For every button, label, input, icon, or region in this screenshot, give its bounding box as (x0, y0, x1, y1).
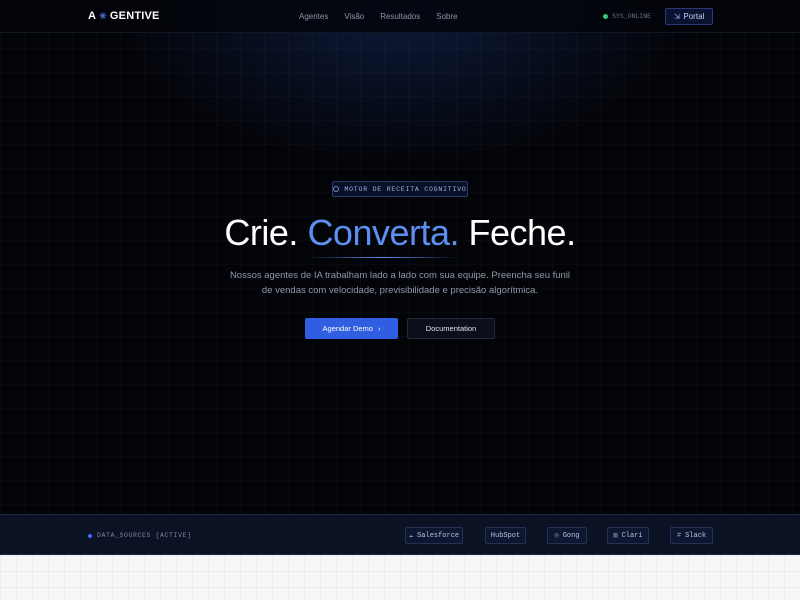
source-name: Gong (562, 531, 580, 540)
headline-accent: Converta. (307, 212, 460, 258)
subtitle-line-2: de vendas com velocidade, previsibilidad… (261, 285, 539, 296)
data-sources-label: DATA_SOURCES [ACTIVE] (88, 532, 192, 539)
portal-button[interactable]: ⇲ Portal (665, 8, 713, 25)
gong-icon: ◎ (554, 532, 559, 540)
source-gong[interactable]: ◎ Gong (547, 527, 587, 544)
system-status: SYS_ONLINE (603, 13, 651, 20)
source-name: Clari (621, 531, 643, 540)
status-dot-icon (603, 14, 608, 19)
schedule-demo-label: Agendar Demo (322, 324, 373, 333)
brand-name: GENTIVE (109, 10, 160, 22)
data-sources-text: DATA_SOURCES [ACTIVE] (97, 532, 192, 539)
chevron-right-icon: › (377, 324, 381, 333)
source-salesforce[interactable]: ☁ Salesforce (405, 527, 463, 544)
source-slack[interactable]: # Slack (670, 527, 713, 544)
cloud-icon: ☁ (408, 532, 414, 540)
status-text: SYS_ONLINE (612, 13, 652, 20)
source-clari[interactable]: ▥ Clari (607, 527, 649, 544)
brand-prefix: A (88, 10, 97, 22)
hero-subtitle: Nossos agentes de IA trabalham lado a la… (200, 268, 600, 298)
spark-icon: ✳ (99, 10, 107, 21)
hash-icon: # (676, 531, 682, 540)
headline-end: Feche. (459, 212, 577, 253)
nav-link-visao[interactable]: Visão (344, 12, 364, 21)
source-hubspot[interactable]: HubSpot (485, 527, 526, 544)
portal-label: Portal (683, 12, 705, 21)
source-name: HubSpot (490, 531, 521, 540)
documentation-button[interactable]: Documentation (407, 318, 495, 339)
target-icon (333, 186, 340, 192)
brand-logo[interactable]: A ✳ GENTIVE (88, 10, 160, 22)
top-nav: A ✳ GENTIVE Agentes Visão Resultados Sob… (0, 0, 800, 33)
nav-links: Agentes Visão Resultados Sobre (299, 12, 458, 21)
schedule-demo-button[interactable]: Agendar Demo › (305, 318, 398, 339)
nav-link-sobre[interactable]: Sobre (436, 12, 457, 21)
documentation-label: Documentation (425, 324, 477, 333)
next-section (0, 555, 800, 600)
chart-icon: ▥ (613, 532, 618, 540)
active-dot-icon (88, 533, 92, 538)
hero-badge: MOTOR DE RECEITA COGNITIVO (332, 181, 468, 197)
hero-headline: Crie. Converta. Feche. (0, 212, 800, 258)
login-icon: ⇲ (673, 12, 681, 21)
source-name: Slack (685, 531, 707, 540)
headline-start: Crie. (224, 212, 308, 253)
nav-link-agentes[interactable]: Agentes (299, 12, 328, 21)
data-sources-bar: DATA_SOURCES [ACTIVE] ☁ Salesforce HubSp… (0, 514, 800, 555)
nav-link-resultados[interactable]: Resultados (380, 12, 420, 21)
subtitle-line-1: Nossos agentes de IA trabalham lado a la… (229, 270, 571, 281)
source-name: Salesforce (417, 531, 460, 540)
badge-text: MOTOR DE RECEITA COGNITIVO (344, 185, 467, 193)
